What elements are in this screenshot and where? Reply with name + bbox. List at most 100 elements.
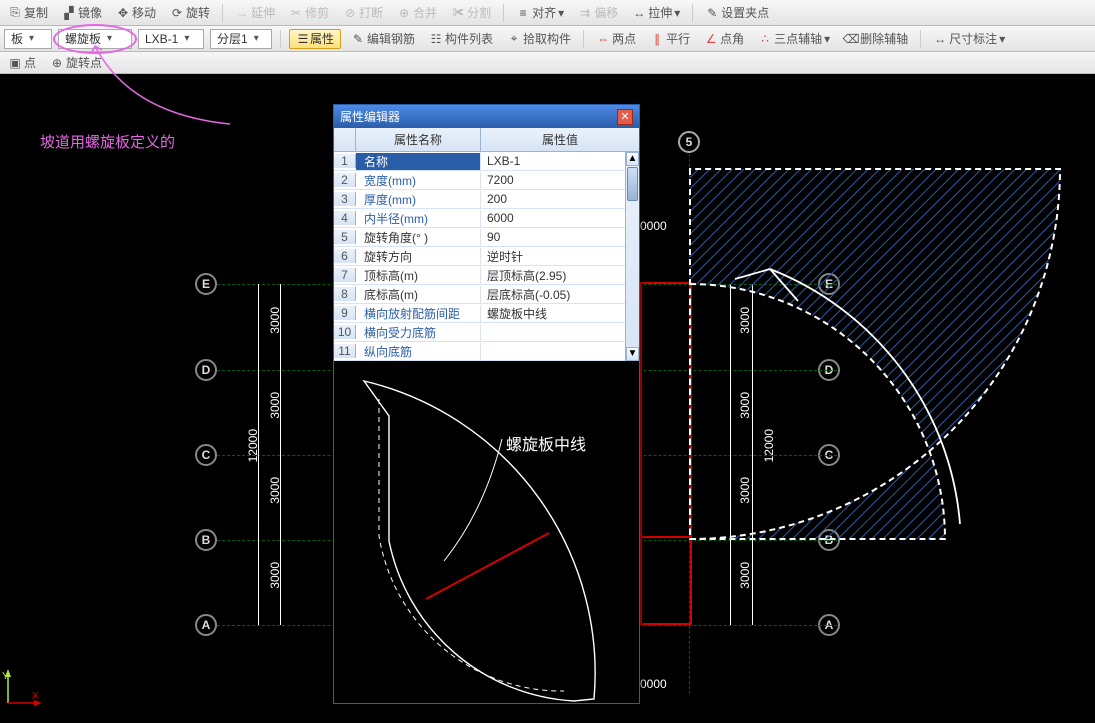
row-name: 横向放射配筋间距 [356,305,481,322]
rotpoint-label: 旋转点 [66,54,102,71]
point-label: 点 [24,54,36,71]
stretch-button[interactable]: ↔拉伸▾ [628,3,684,23]
delaux-button[interactable]: ⌫删除辅轴 [840,29,912,49]
row-value[interactable]: 层底标高(-0.05) [481,286,639,303]
prop-row[interactable]: 10横向受力底筋 [334,323,639,342]
prop-row[interactable]: 5旋转角度(° )90 [334,228,639,247]
split-button[interactable]: ✀分割 [447,3,495,23]
prop-row[interactable]: 7顶标高(m)层顶标高(2.95) [334,266,639,285]
toolbar-edit: ⎘复制 ▞镜像 ✥移动 ⟳旋转 →延伸 ✂修剪 ⊘打断 ⊕合并 ✀分割 ≡对齐▾… [0,0,1095,26]
row-index: 9 [334,306,356,320]
spiral-slab-selected[interactable] [640,159,1080,559]
rotpoint-icon: ⊕ [50,56,64,70]
row-index: 2 [334,173,356,187]
row-index: 8 [334,287,356,301]
twopt-button[interactable]: ⇔两点 [592,29,640,49]
parallel-label: 平行 [666,30,690,47]
separator [280,30,281,48]
row-value[interactable]: 200 [481,192,639,206]
align-label: 对齐 [532,4,556,21]
point-button[interactable]: ▣点 [4,53,40,73]
pick-icon: ⌖ [507,32,521,46]
trim-label: 修剪 [305,4,329,21]
subtype-combo[interactable]: 螺旋板▾ [58,29,132,49]
scroll-thumb[interactable] [627,167,638,201]
extend-button[interactable]: →延伸 [231,3,279,23]
angle-icon: ∠ [704,32,718,46]
break-button[interactable]: ⊘打断 [339,3,387,23]
scroll-up-icon[interactable]: ▲ [626,152,639,166]
merge-button[interactable]: ⊕合并 [393,3,441,23]
offset-button[interactable]: ⇉偏移 [574,3,622,23]
chevron-down-icon: ▾ [29,33,34,44]
row-value[interactable]: 6000 [481,211,639,225]
trim-button[interactable]: ✂修剪 [285,3,333,23]
category-combo[interactable]: 板▾ [4,29,52,49]
scroll-track[interactable] [626,202,639,347]
prop-row[interactable]: 9横向放射配筋间距螺旋板中线 [334,304,639,323]
property-editor-dialog[interactable]: 属性编辑器 ✕ 属性名称 属性值 1名称LXB-12宽度(mm)72003厚度(… [333,104,640,704]
prop-scrollbar[interactable]: ▲ ▼ [625,152,639,361]
attributes-button[interactable]: ☰属性 [289,29,341,49]
prop-row[interactable]: 11纵向底筋 [334,342,639,361]
row-value[interactable]: 层顶标高(2.95) [481,267,639,284]
prop-row[interactable]: 1名称LXB-1 [334,152,639,171]
scroll-down-icon[interactable]: ▼ [626,347,639,361]
ptangle-button[interactable]: ∠点角 [700,29,748,49]
row-value[interactable]: 逆时针 [481,248,639,265]
column-bot [640,623,692,625]
row-index: 6 [334,249,356,263]
ptangle-label: 点角 [720,30,744,47]
prop-row[interactable]: 2宽度(mm)7200 [334,171,639,190]
prop-row[interactable]: 6旋转方向逆时针 [334,247,639,266]
row-index: 1 [334,154,356,168]
row-value[interactable]: 7200 [481,173,639,187]
dim-3000-r4: 3000 [738,562,752,589]
merge-icon: ⊕ [397,6,411,20]
parallel-button[interactable]: ∥平行 [646,29,694,49]
chevron-down-icon: ▾ [254,33,259,44]
chevron-down-icon: ▾ [824,32,830,46]
copy-button[interactable]: ⎘复制 [4,3,52,23]
row-index: 4 [334,211,356,225]
close-button[interactable]: ✕ [617,109,633,125]
prop-row[interactable]: 4内半径(mm)6000 [334,209,639,228]
extend-icon: → [235,6,249,20]
layer-combo[interactable]: 分层1▾ [210,29,272,49]
header-index [334,128,356,151]
parallel-icon: ∥ [650,32,664,46]
drawing-canvas[interactable]: 坡道用螺旋板定义的 E D C B A 3000 3000 3000 3000 … [0,74,1095,723]
row-value[interactable]: 90 [481,230,639,244]
row-index: 5 [334,230,356,244]
chevron-down-icon: ▾ [107,33,112,44]
separator [920,30,921,48]
complist-button[interactable]: ☷构件列表 [425,29,497,49]
rotpoint-button[interactable]: ⊕旋转点 [46,53,106,73]
mirror-button[interactable]: ▞镜像 [58,3,106,23]
pickcomp-label: 拾取构件 [523,30,571,47]
move-button[interactable]: ✥移动 [112,3,160,23]
row-index: 11 [334,344,356,358]
prop-header: 属性名称 属性值 [334,128,639,152]
dialog-titlebar[interactable]: 属性编辑器 ✕ [334,105,639,128]
row-name: 顶标高(m) [356,267,481,284]
header-value: 属性值 [481,128,639,151]
row-value[interactable]: LXB-1 [481,154,639,168]
triaux-button[interactable]: ∴三点辅轴▾ [754,29,834,49]
category-value: 板 [11,30,23,47]
align-button[interactable]: ≡对齐▾ [512,3,568,23]
grid-bubble-d-left: D [195,359,217,381]
editrebar-button[interactable]: ✎编辑钢筋 [347,29,419,49]
rotate-icon: ⟳ [170,6,184,20]
anchor-icon: ✎ [705,6,719,20]
rotate-button[interactable]: ⟳旋转 [166,3,214,23]
prop-row[interactable]: 8底标高(m)层底标高(-0.05) [334,285,639,304]
instance-combo[interactable]: LXB-1▾ [138,29,204,49]
prop-row[interactable]: 3厚度(mm)200 [334,190,639,209]
twopt-label: 两点 [612,30,636,47]
row-value[interactable]: 螺旋板中线 [481,305,639,322]
setbase-button[interactable]: ✎设置夹点 [701,3,773,23]
pickcomp-button[interactable]: ⌖拾取构件 [503,29,575,49]
dimmark-button[interactable]: ↔尺寸标注▾ [929,29,1009,49]
list-icon: ☷ [429,32,443,46]
